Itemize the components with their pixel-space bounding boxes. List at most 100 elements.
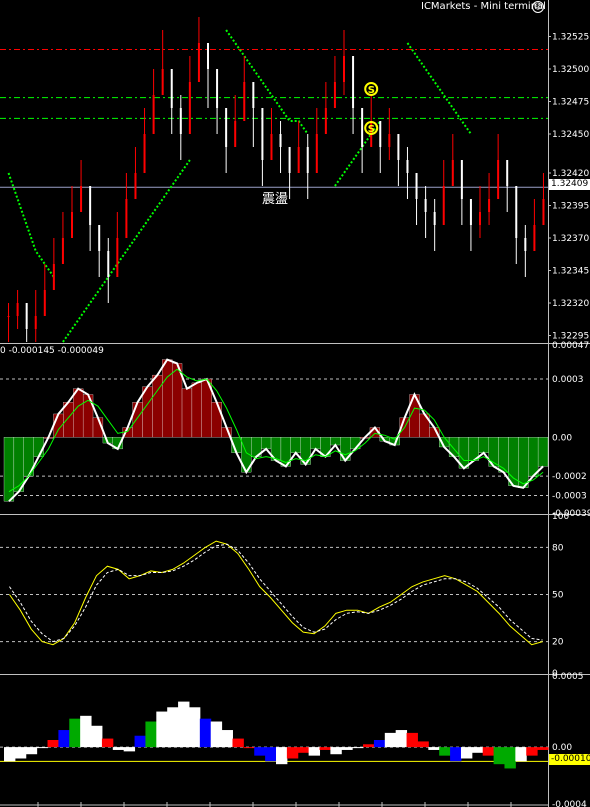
macd-tick-label: 0.00 xyxy=(552,433,572,443)
macd-bar xyxy=(33,437,44,457)
macd-bar xyxy=(498,437,509,473)
bars-bar xyxy=(471,747,484,753)
bars-bar xyxy=(91,725,103,748)
macd-bar xyxy=(537,437,549,467)
candle-body xyxy=(216,69,219,108)
candle-body xyxy=(234,121,237,147)
osc-tick-label: 100 xyxy=(552,512,569,522)
price-tick-label: 1.32345 xyxy=(552,267,589,277)
candle-body xyxy=(306,147,309,173)
candle-body xyxy=(288,147,291,173)
macd-tick-label: 0.0003 xyxy=(552,375,584,385)
price-tick-label: 1.32370 xyxy=(552,234,589,244)
bars-bar xyxy=(199,718,212,748)
signal-marker-0: S xyxy=(364,82,379,96)
chart-canvas[interactable]: 1.32525 1.32500 1.32475 1.32450 1.32420 1.323… xyxy=(0,0,590,807)
price-tick-label: 1.32450 xyxy=(552,130,589,140)
bars-bar xyxy=(14,747,27,759)
macd-bar xyxy=(162,359,173,438)
bars-bar xyxy=(373,740,386,748)
candle-body xyxy=(297,147,300,173)
bars-bar xyxy=(363,744,375,748)
bars-bar xyxy=(134,735,146,748)
price-tick-label: 1.32525 xyxy=(552,33,589,43)
bars-bar xyxy=(69,718,81,748)
bars-bar xyxy=(232,738,244,748)
candle-body xyxy=(252,82,255,108)
candle-body xyxy=(497,160,500,199)
candle-body xyxy=(197,43,200,82)
terminal-title[interactable]: ICMarkets - Mini terminal xyxy=(421,1,546,12)
indicator-value-tag: -0.00010 xyxy=(549,754,590,765)
macd-bar xyxy=(310,437,321,450)
candle-body xyxy=(98,225,101,251)
bars-bar xyxy=(460,747,473,759)
smile-icon[interactable]: ☺ xyxy=(532,1,544,13)
bars-bar xyxy=(25,747,38,755)
candle-body xyxy=(433,212,436,225)
candle-body xyxy=(315,134,318,173)
candle-body xyxy=(460,160,463,199)
macd-bar xyxy=(3,437,15,502)
bars-bar xyxy=(428,747,440,750)
bars-bar xyxy=(482,747,495,756)
candle-body xyxy=(488,199,491,212)
candle-body xyxy=(361,108,364,147)
bars-bar xyxy=(276,747,288,765)
candle-body xyxy=(80,186,83,212)
candle-body xyxy=(261,108,264,160)
candle-body xyxy=(7,316,10,317)
candle-body xyxy=(406,160,409,173)
candle-body xyxy=(415,173,418,199)
candle-body xyxy=(352,56,355,108)
bars-tick-label: 0.00 xyxy=(552,743,572,753)
bars-bar xyxy=(493,747,505,765)
macd-bar xyxy=(73,388,84,438)
candle-body xyxy=(424,199,427,212)
bars-bar xyxy=(504,747,516,769)
macd-tick-label: -0.0002 xyxy=(552,472,587,482)
bars-bar xyxy=(319,747,331,750)
candle-body xyxy=(379,121,382,147)
candle-body xyxy=(397,134,400,160)
bars-bar xyxy=(188,707,201,748)
candle-body xyxy=(170,69,173,108)
bars-bar xyxy=(439,747,451,756)
candle-body xyxy=(324,108,327,134)
osc-tick-label: 20 xyxy=(552,638,564,648)
bars-bar xyxy=(406,732,418,748)
macd-bar xyxy=(290,437,301,453)
candle-body xyxy=(152,95,155,134)
bars-bar xyxy=(156,711,168,748)
candle-body xyxy=(179,108,182,134)
macd-indicator-label: 0 -0.000145 -0.000049 xyxy=(0,346,104,356)
current-price-tag: 1.32409 xyxy=(549,179,590,190)
candle-body xyxy=(533,225,536,251)
bars-bar xyxy=(101,738,114,748)
price-tick-label: 1.32475 xyxy=(552,98,589,108)
bars-tick-label: -0.0004 xyxy=(552,800,587,807)
osc-tick-label: 50 xyxy=(552,591,564,601)
bars-bar xyxy=(58,730,70,748)
osc-tick-label: 80 xyxy=(552,543,564,553)
candle-body xyxy=(25,303,28,329)
bars-bar xyxy=(221,730,233,748)
macd-bar xyxy=(181,388,193,438)
bars-bar xyxy=(526,747,538,756)
bars-bar xyxy=(254,747,266,756)
bars-bar xyxy=(330,747,342,755)
candle-body xyxy=(524,238,527,251)
macd-bar xyxy=(518,437,529,488)
candle-body xyxy=(542,199,545,225)
macd-bar xyxy=(142,386,153,438)
macd-bar xyxy=(191,382,202,438)
candle-body xyxy=(188,82,191,134)
price-tick-label: 1.32320 xyxy=(552,299,589,309)
macd-tick-label: 0.000475 xyxy=(552,341,590,351)
candle-body xyxy=(343,56,345,82)
bars-bar xyxy=(384,732,397,748)
bars-bar xyxy=(210,721,223,748)
bars-bar xyxy=(47,740,59,748)
price-tick-label: 1.32420 xyxy=(552,169,589,179)
bars-bar xyxy=(243,747,255,749)
